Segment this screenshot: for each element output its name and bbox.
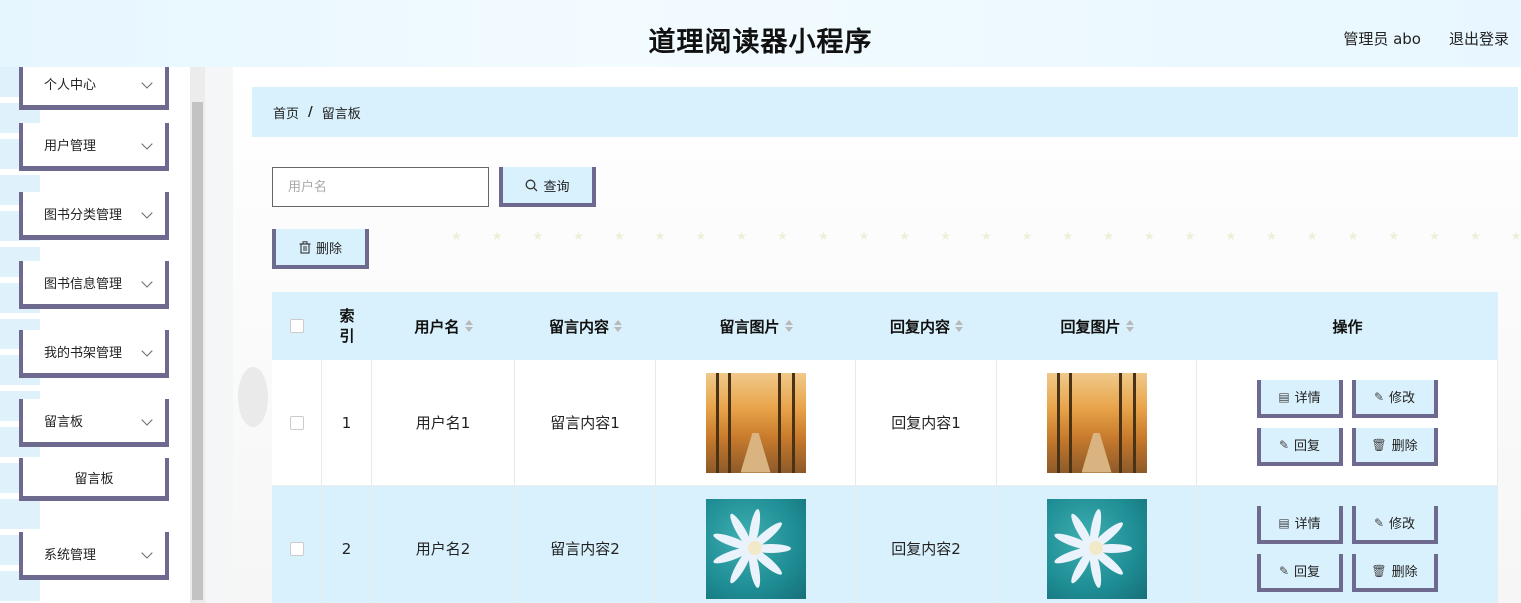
chevron-down-icon: [141, 77, 153, 89]
row-username: 用户名1: [372, 360, 515, 485]
sidebar-scrollbar-thumb[interactable]: [192, 102, 203, 600]
message-image-autumn-forest[interactable]: [705, 372, 806, 473]
reply-image-autumn-forest[interactable]: [1046, 372, 1147, 473]
background-pattern: ★★★★★★★★★★★★★★★★★★★★★★★★★★★★★★★: [451, 229, 1521, 243]
chevron-down-icon: [141, 345, 153, 357]
sidebar: 个人中心 用户管理 图书分类管理 图书信息管理 我的书架管理 留言板 留言板 系…: [0, 67, 190, 603]
main-content: ★★★★★★★★★★★★★★★★★★★★★★★★★★★★★★★ 首页 / 留言板…: [233, 67, 1521, 603]
row-index: 1: [322, 360, 372, 485]
logout-link[interactable]: 退出登录: [1449, 28, 1509, 49]
delete-button-label: 删除: [315, 241, 342, 257]
delete-button[interactable]: 🗑 删除: [1351, 427, 1438, 466]
reply-button[interactable]: ✎ 回复: [1256, 427, 1343, 466]
pencil-icon: ✎: [1278, 563, 1290, 578]
table-row: 2 用户名2 留言内容2 回复内容2 ▤ 详情 ✎ 修改 ✎ 回复 🗑 删除: [272, 486, 1498, 603]
detail-button[interactable]: ▤ 详情: [1256, 505, 1343, 544]
row-select-cell: [272, 360, 322, 485]
sort-icon[interactable]: [464, 320, 473, 332]
breadcrumb-current: 留言板: [321, 106, 361, 122]
header-content[interactable]: 留言内容: [515, 292, 656, 360]
edit-button[interactable]: ✎ 修改: [1351, 379, 1438, 418]
sort-icon[interactable]: [955, 320, 963, 332]
chevron-down-icon: [141, 547, 153, 559]
row-content: 留言内容1: [515, 360, 656, 485]
table-header: 索引 用户名 留言内容 留言图片 回复内容 回复图片 操作: [272, 292, 1498, 360]
row-content: 留言内容2: [515, 486, 656, 603]
reply-button[interactable]: ✎ 回复: [1256, 553, 1343, 592]
sidebar-item-message-board[interactable]: 留言板: [19, 399, 169, 447]
row-actions-cell: ▤ 详情 ✎ 修改 ✎ 回复 🗑 删除: [1197, 486, 1498, 603]
select-all-checkbox[interactable]: [290, 319, 304, 333]
submenu-item-label: 留言板: [74, 471, 114, 487]
trash-icon: [299, 240, 311, 254]
row-checkbox[interactable]: [289, 541, 304, 556]
row-reply: 回复内容1: [856, 360, 997, 485]
header-actions: 操作: [1332, 317, 1363, 336]
message-image-white-flower[interactable]: [705, 498, 806, 599]
pencil-icon: ✎: [1373, 389, 1385, 404]
table-row: 1 用户名1 留言内容1 回复内容1 ▤ 详情 ✎ 修改 ✎ 回复 🗑 删除: [272, 360, 1498, 486]
sidebar-item-system[interactable]: 系统管理: [19, 532, 169, 580]
pencil-icon: ✎: [1373, 515, 1385, 530]
message-table: 索引 用户名 留言内容 留言图片 回复内容 回复图片 操作 1 用户名1 留言内…: [272, 292, 1498, 603]
chevron-down-icon: [141, 207, 153, 219]
trash-icon: 🗑: [1371, 563, 1387, 578]
sidebar-item-label: 个人中心: [44, 78, 97, 93]
sidebar-item-personal-center[interactable]: 个人中心: [19, 67, 169, 110]
sidebar-item-label: 用户管理: [44, 139, 97, 154]
sort-icon[interactable]: [784, 320, 793, 332]
sidebar-item-user-management[interactable]: 用户管理: [19, 123, 169, 171]
row-actions-cell: ▤ 详情 ✎ 修改 ✎ 回复 🗑 删除: [1197, 360, 1498, 485]
chevron-down-icon: [141, 414, 153, 426]
sidebar-item-label: 我的书架管理: [44, 346, 123, 361]
row-reply: 回复内容2: [856, 486, 997, 603]
breadcrumb-home[interactable]: 首页: [273, 103, 299, 122]
breadcrumb: 首页 / 留言板: [252, 87, 1518, 137]
sidebar-item-label: 留言板: [44, 415, 84, 430]
app-title: 道理阅读器小程序: [648, 27, 873, 58]
breadcrumb-separator: /: [308, 104, 313, 120]
sidebar-item-label: 图书信息管理: [44, 277, 123, 292]
query-button-label: 查询: [543, 179, 570, 195]
sidebar-item-book-category[interactable]: 图书分类管理: [19, 192, 169, 240]
row-reply-image-cell: [997, 486, 1197, 603]
header-reply-image[interactable]: 回复图片: [997, 292, 1197, 360]
current-user: 管理员 abo: [1343, 30, 1421, 48]
header-image[interactable]: 留言图片: [656, 292, 856, 360]
sidebar-item-label: 系统管理: [44, 548, 97, 563]
background-decoration: [238, 367, 268, 427]
row-reply-image-cell: [997, 360, 1197, 485]
chevron-down-icon: [141, 276, 153, 288]
row-select-cell: [272, 486, 322, 603]
row-username: 用户名2: [372, 486, 515, 603]
top-header: 道理阅读器小程序 管理员 abo 退出登录: [0, 0, 1521, 67]
header-username[interactable]: 用户名: [372, 292, 515, 360]
trash-icon: 🗑: [1371, 437, 1387, 452]
pencil-icon: ✎: [1278, 437, 1290, 452]
search-icon: [526, 179, 538, 191]
row-image-cell: [656, 360, 856, 485]
chevron-down-icon: [141, 138, 153, 150]
username-search-input[interactable]: [272, 167, 489, 207]
document-icon: ▤: [1278, 515, 1290, 530]
sort-icon[interactable]: [1125, 320, 1134, 332]
row-image-cell: [656, 486, 856, 603]
sidebar-item-book-info[interactable]: 图书信息管理: [19, 261, 169, 309]
detail-button[interactable]: ▤ 详情: [1256, 379, 1343, 418]
header-reply[interactable]: 回复内容: [856, 292, 997, 360]
delete-button[interactable]: 🗑 删除: [1351, 553, 1438, 592]
sidebar-item-label: 图书分类管理: [44, 208, 123, 223]
sidebar-item-bookshelf[interactable]: 我的书架管理: [19, 330, 169, 378]
select-all-cell: [272, 292, 322, 360]
batch-delete-button[interactable]: 删除: [272, 229, 369, 269]
row-index: 2: [322, 486, 372, 603]
query-button[interactable]: 查询: [499, 167, 596, 207]
edit-button[interactable]: ✎ 修改: [1351, 505, 1438, 544]
sort-icon[interactable]: [614, 320, 622, 332]
submenu-item-message-board[interactable]: 留言板: [19, 458, 169, 501]
header-index: 索引: [339, 307, 355, 345]
reply-image-white-flower[interactable]: [1046, 498, 1147, 599]
row-checkbox[interactable]: [289, 415, 304, 430]
document-icon: ▤: [1278, 389, 1290, 404]
